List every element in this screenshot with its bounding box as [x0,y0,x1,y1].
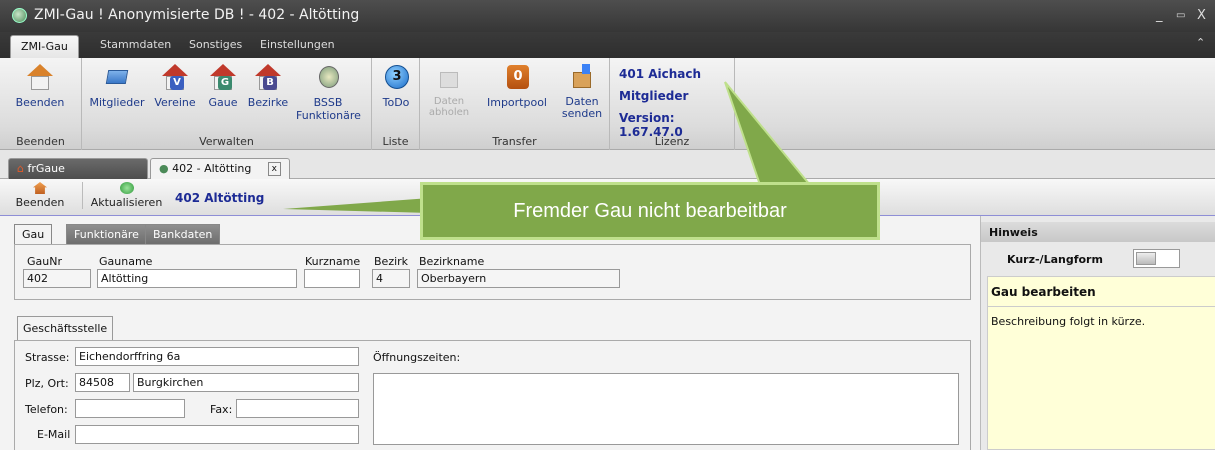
callout-note: Fremder Gau nicht bearbeitbar [420,182,880,240]
callout-pointer-up [724,81,813,186]
callout-pointer-left [283,198,430,213]
